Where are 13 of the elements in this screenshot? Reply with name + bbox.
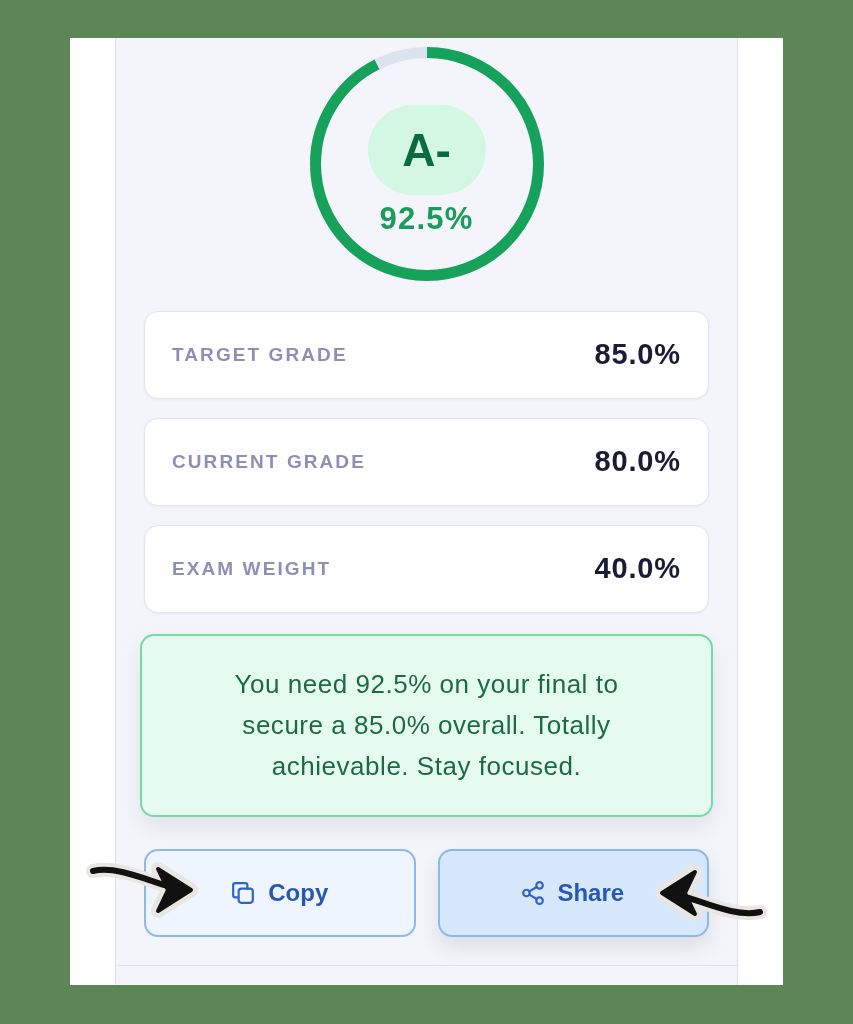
stat-label: TARGET GRADE xyxy=(172,342,348,367)
stat-value: 80.0% xyxy=(594,444,681,480)
result-message: You need 92.5% on your final to secure a 85.0% overall. Totally achievable. Stay focused. xyxy=(140,634,713,817)
stat-value: 40.0% xyxy=(594,551,681,587)
stat-label: EXAM WEIGHT xyxy=(172,556,332,581)
share-button[interactable]: Share xyxy=(437,849,709,937)
copy-icon xyxy=(231,881,256,905)
score-percent: 92.5% xyxy=(379,203,474,234)
grade-badge: A- xyxy=(367,105,486,195)
copy-button[interactable]: Copy xyxy=(144,849,416,937)
stat-label: CURRENT GRADE xyxy=(172,449,366,474)
stat-value: 85.0% xyxy=(594,337,681,373)
share-icon xyxy=(522,881,545,905)
